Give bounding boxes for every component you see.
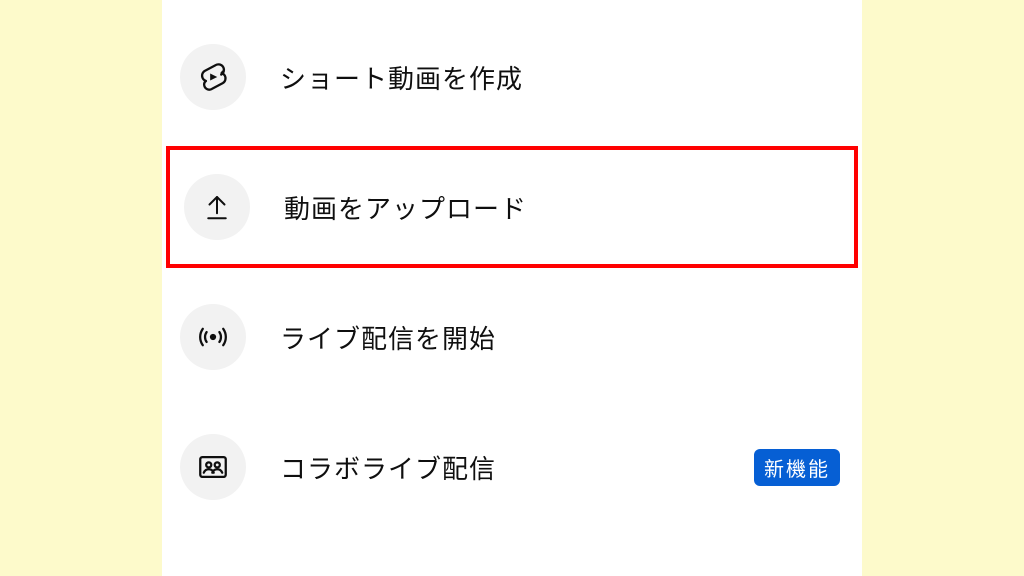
- shorts-icon: [180, 44, 246, 110]
- menu-item-label: ショート動画を作成: [280, 59, 840, 96]
- collab-icon: [180, 434, 246, 500]
- live-icon: [180, 304, 246, 370]
- menu-item-upload[interactable]: 動画をアップロード: [166, 146, 858, 268]
- create-menu-panel: ショート動画を作成 動画をアップロード ライブ配信を開始: [162, 0, 862, 576]
- new-feature-badge: 新機能: [754, 449, 840, 486]
- menu-item-label: コラボライブ配信: [280, 449, 754, 486]
- menu-item-label: ライブ配信を開始: [280, 319, 840, 356]
- menu-item-label: 動画をアップロード: [284, 189, 836, 226]
- menu-item-live[interactable]: ライブ配信を開始: [162, 272, 862, 402]
- menu-item-shorts[interactable]: ショート動画を作成: [162, 12, 862, 142]
- menu-item-collab-live[interactable]: コラボライブ配信 新機能: [162, 402, 862, 532]
- upload-icon: [184, 174, 250, 240]
